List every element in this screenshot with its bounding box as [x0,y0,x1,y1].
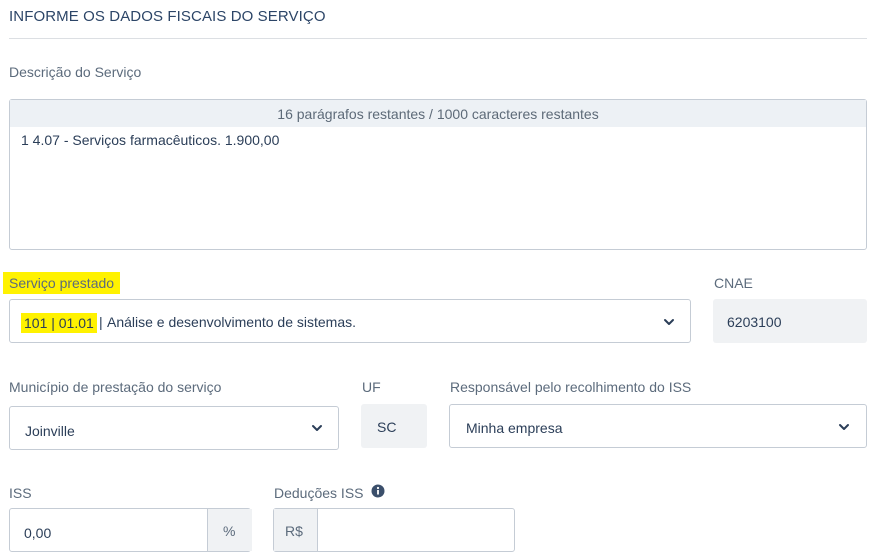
municipio-select[interactable]: Joinville [9,406,339,450]
deducoes-prefix: R$ [274,509,318,551]
iss-suffix-text: % [223,523,236,539]
uf-value: SC [377,419,397,435]
deducoes-input[interactable]: R$ [273,508,515,552]
cnae-field: 6203100 [713,299,867,343]
section-divider [9,38,867,39]
iss-value: 0,00 [24,525,52,541]
iss-suffix: % [207,509,252,551]
chevron-down-icon [312,425,322,431]
responsavel-label: Responsável pelo recolhimento do ISS [450,379,692,395]
descricao-label: Descrição do Serviço [9,64,142,80]
uf-field: SC [361,404,427,448]
servico-code: 101 | 01.01 [21,313,97,333]
municipio-value: Joinville [25,423,75,439]
responsavel-value: Minha empresa [466,420,563,436]
chevron-down-icon [664,319,674,325]
info-icon[interactable] [371,484,385,498]
iss-label: ISS [9,485,32,501]
municipio-label: Município de prestação do serviço [9,379,222,395]
cnae-label: CNAE [714,275,753,291]
servico-separator: | [99,314,103,330]
chevron-down-icon [839,424,849,430]
descricao-counter: 16 parágrafos restantes / 1000 caractere… [10,100,866,127]
section-title: INFORME OS DADOS FISCAIS DO SERVIÇO [9,8,326,25]
descricao-textarea[interactable]: 16 parágrafos restantes / 1000 caractere… [9,99,867,250]
deducoes-label: Deduções ISS [274,485,364,501]
responsavel-select[interactable]: Minha empresa [449,404,867,448]
servico-select[interactable]: 101 | 01.01 | Análise e desenvolvimento … [9,299,691,343]
iss-input[interactable]: 0,00 % [9,508,252,552]
deducoes-prefix-text: R$ [285,523,303,539]
uf-label: UF [362,379,381,395]
servico-label: Serviço prestado [3,272,121,294]
servico-description: Análise e desenvolvimento de sistemas. [107,314,357,330]
descricao-value: 1 4.07 - Serviços farmacêuticos. 1.900,0… [21,132,280,148]
cnae-value: 6203100 [727,314,782,330]
